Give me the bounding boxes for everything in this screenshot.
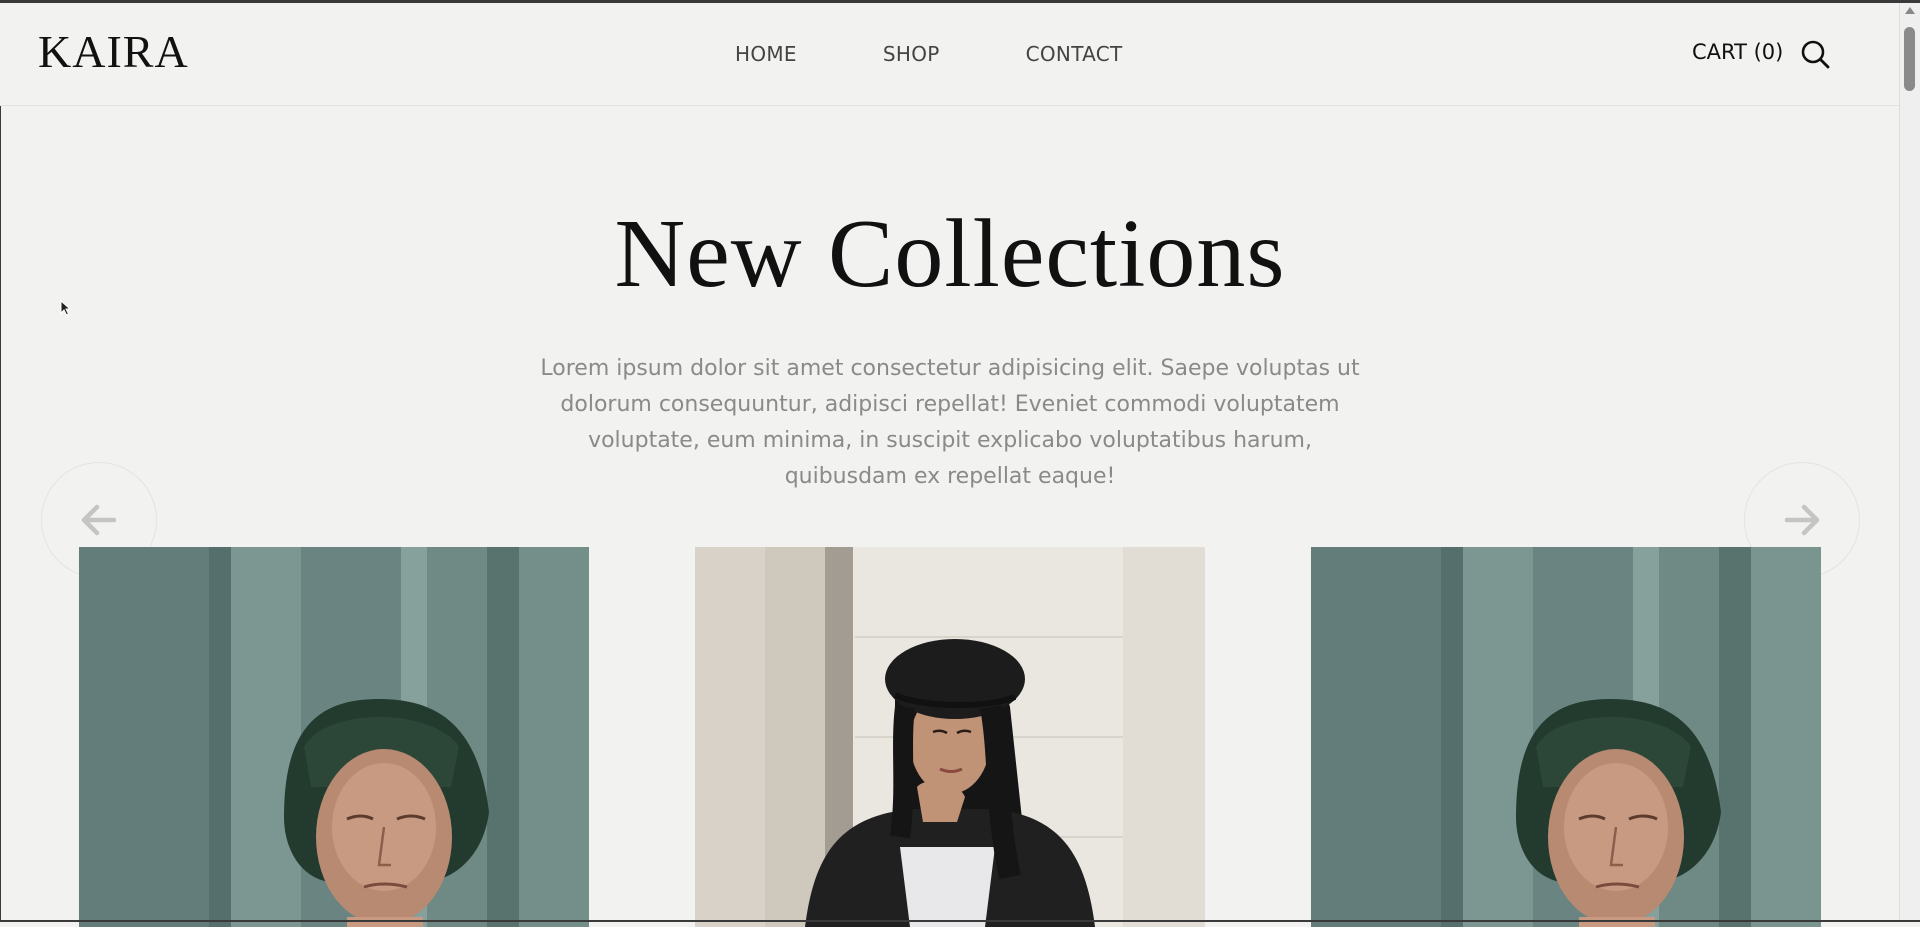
site-logo[interactable]: KAIRA	[38, 29, 189, 75]
page-scrollbar[interactable]	[1899, 3, 1920, 920]
search-button[interactable]	[1800, 39, 1830, 69]
scroll-up-arrow-icon[interactable]	[1905, 7, 1915, 14]
carousel-slide-1[interactable]	[79, 547, 589, 927]
mouse-cursor-icon	[60, 299, 72, 320]
hero-description: Lorem ipsum dolor sit amet consectetur a…	[540, 356, 1360, 489]
scroll-thumb[interactable]	[1904, 27, 1915, 91]
carousel-slide-3[interactable]	[1311, 547, 1821, 927]
cart-link[interactable]: CART (0)	[1692, 40, 1783, 64]
nav-item-contact[interactable]: CONTACT	[1026, 42, 1123, 66]
product-image-woman-beret	[695, 547, 1205, 927]
nav-item-shop[interactable]: SHOP	[883, 42, 940, 66]
search-icon	[1801, 40, 1830, 69]
site-header: KAIRA HOME SHOP CONTACT CART (0)	[0, 3, 1900, 106]
main-nav: HOME SHOP CONTACT	[735, 42, 1123, 66]
arrow-right-icon	[1784, 504, 1820, 536]
arrow-left-icon	[81, 504, 117, 536]
nav-item-home[interactable]: HOME	[735, 42, 797, 66]
carousel-slide-2[interactable]	[695, 547, 1205, 927]
product-image-man-bucket-hat	[79, 547, 589, 927]
window-frame-left	[0, 0, 1, 922]
hero-title: New Collections	[614, 200, 1286, 308]
product-image-man-bucket-hat	[1311, 547, 1821, 927]
